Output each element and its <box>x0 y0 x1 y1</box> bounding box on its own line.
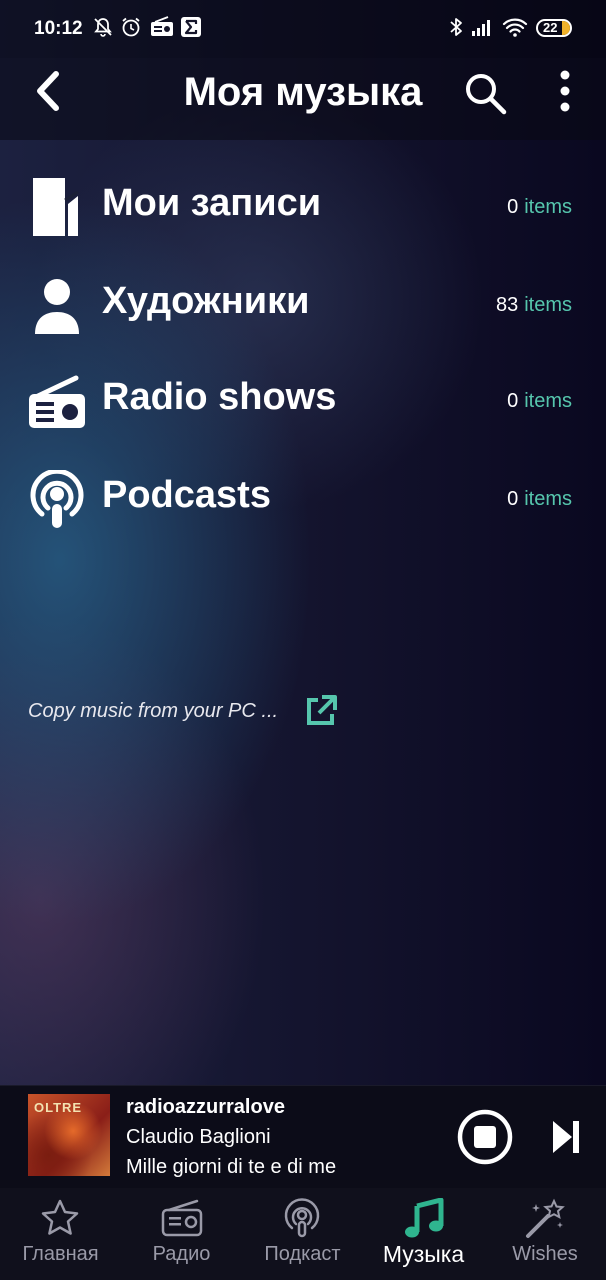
podcast-icon <box>284 1198 320 1238</box>
tab-label: Wishes <box>512 1243 578 1265</box>
tab-podcast[interactable]: Подкаст <box>242 1188 363 1280</box>
player-track: Mille giorni di te e di me <box>126 1156 337 1178</box>
wifi-icon <box>502 18 528 37</box>
bell-off-icon <box>94 18 112 37</box>
library-item-count: 0 items <box>507 488 572 510</box>
tab-wishes[interactable]: Wishes <box>484 1188 606 1280</box>
podcast-icon <box>30 470 84 528</box>
album-art[interactable]: OLTRE <box>28 1094 110 1176</box>
library-item-radio-shows[interactable]: Radio shows 0 items <box>0 354 606 450</box>
stop-button[interactable] <box>456 1108 514 1166</box>
radio-icon <box>161 1199 203 1237</box>
tab-label: Подкаст <box>264 1243 341 1265</box>
radio-icon <box>29 375 85 428</box>
library-item-artists[interactable]: Художники 83 items <box>0 258 606 354</box>
tab-label: Главная <box>22 1243 99 1265</box>
status-time: 10:12 <box>34 18 83 39</box>
signal-icon <box>472 20 490 36</box>
search-icon[interactable] <box>462 70 508 116</box>
library-item-count: 83 items <box>495 294 572 316</box>
library-item-podcasts[interactable]: Podcasts 0 items <box>0 452 606 548</box>
alarm-icon <box>122 17 140 37</box>
radio-status-icon <box>151 16 173 36</box>
library-item-label: Radio shows <box>102 376 337 418</box>
library-item-count: 0 items <box>507 390 572 412</box>
skip-next-button[interactable] <box>550 1118 582 1156</box>
more-options-icon[interactable] <box>554 68 576 114</box>
copy-music-link[interactable]: Copy music from your PC ... <box>28 700 278 723</box>
magic-wand-icon <box>526 1198 565 1238</box>
album-art-text: OLTRE <box>34 1100 83 1115</box>
tab-label: Радио <box>152 1243 211 1265</box>
tab-radio[interactable]: Радио <box>121 1188 242 1280</box>
document-icon <box>33 178 79 236</box>
library-item-label: Podcasts <box>102 474 271 516</box>
tab-label: Музыка <box>382 1241 465 1267</box>
music-note-icon <box>405 1198 444 1238</box>
library-item-label: Художники <box>102 280 310 322</box>
star-icon <box>41 1199 79 1235</box>
tab-home[interactable]: Главная <box>0 1188 121 1280</box>
battery-level: 22 <box>543 20 558 35</box>
library-item-label: Мои записи <box>102 182 322 224</box>
library-item-count: 0 items <box>507 196 572 218</box>
battery-icon: 22 <box>536 19 572 37</box>
page-title: Моя музыка <box>183 70 423 114</box>
tab-music[interactable]: Музыка <box>363 1188 484 1280</box>
player-artist: Claudio Baglioni <box>126 1126 271 1148</box>
bluetooth-icon <box>450 18 462 36</box>
person-icon <box>35 279 79 334</box>
external-link-icon[interactable] <box>304 694 338 728</box>
sigma-app-icon <box>181 17 201 37</box>
player-station: radioazzurralove <box>126 1096 285 1118</box>
library-item-my-records[interactable]: Мои записи 0 items <box>0 160 606 256</box>
